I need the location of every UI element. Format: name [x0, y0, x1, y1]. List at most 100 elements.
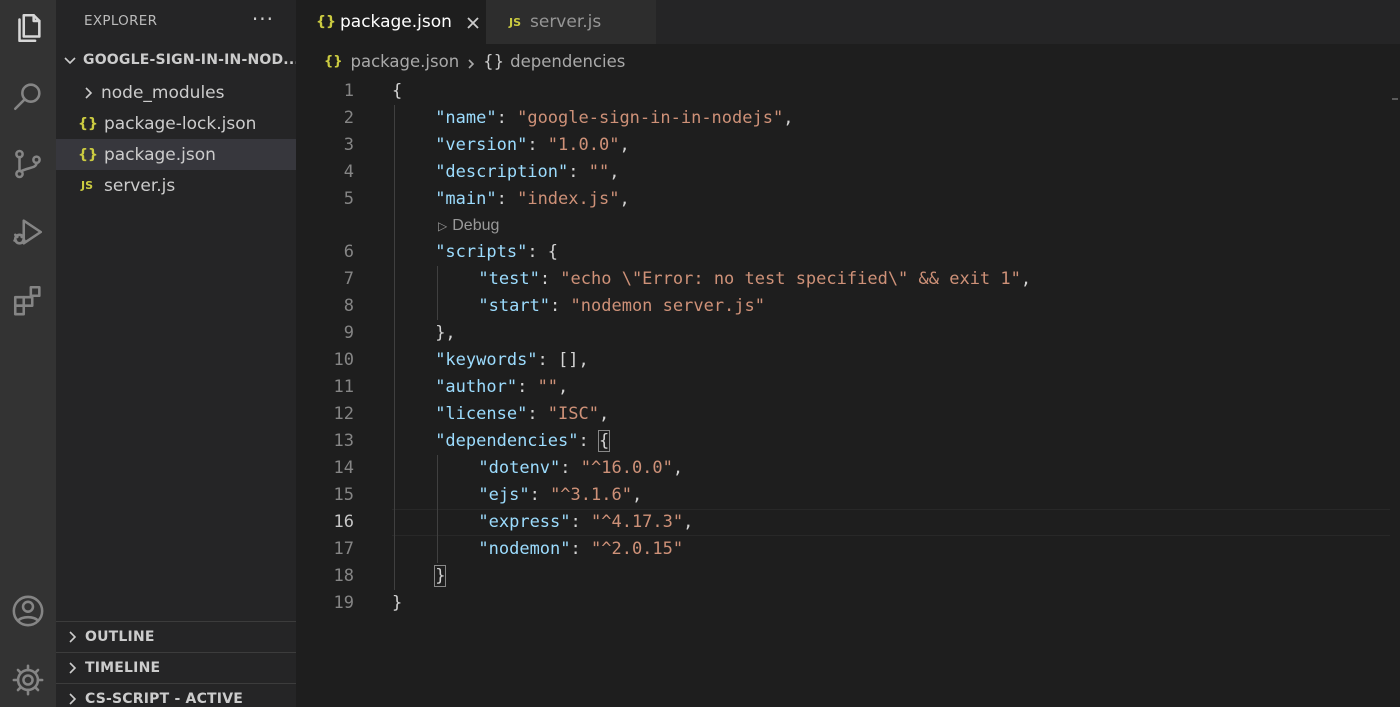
debug-code-lens[interactable]: ▷ Debug	[438, 213, 499, 239]
search-icon[interactable]	[0, 70, 56, 122]
extensions-icon[interactable]	[0, 274, 56, 326]
json-string: "index.js"	[517, 189, 620, 209]
line-number: 3	[343, 135, 354, 155]
tree-item-package-lock-json[interactable]: {} package-lock.json	[56, 108, 296, 139]
json-file-icon: {}	[78, 146, 98, 163]
json-punctuation: ,	[609, 162, 620, 182]
json-punctuation: }	[434, 565, 447, 587]
tab-package-json[interactable]: {} package.json	[296, 0, 486, 44]
workspace-folder[interactable]: GOOGLE-SIGN-IN-IN-NOD...	[56, 44, 296, 75]
outline-panel-header[interactable]: OUTLINE	[56, 621, 296, 652]
line-number: 16	[333, 512, 354, 532]
json-string: "^4.17.3"	[591, 512, 684, 532]
line-number: 1	[343, 81, 354, 101]
activity-bar	[0, 0, 56, 707]
code-editor[interactable]: 1 {2 "name": "google-sign-in-in-nodejs", 3 "…	[296, 78, 1400, 707]
debug-code-lens-label: Debug	[452, 217, 500, 234]
cs-script-label: CS-SCRIPT - ACTIVE	[85, 691, 244, 707]
code-line: "nodemon": "^2.0.15"	[478, 536, 683, 563]
line-number: 8	[343, 296, 354, 316]
json-punctuation: :	[578, 431, 599, 451]
json-punctuation: ,	[598, 404, 610, 424]
line-number: 4	[343, 162, 354, 182]
account-icon[interactable]	[0, 585, 56, 637]
chevron-right-icon	[80, 85, 96, 101]
code-line: {	[392, 78, 402, 105]
tab-bar: {} package.json JS server.js	[296, 0, 1400, 44]
json-file-icon: {}	[78, 115, 98, 132]
json-punctuation: ,	[558, 377, 569, 397]
explorer-sidebar: EXPLORER ··· GOOGLE-SIGN-IN-IN-NOD... no…	[56, 0, 296, 707]
tree-item-server-js[interactable]: JS server.js	[56, 170, 296, 201]
json-string: "^16.0.0"	[580, 458, 673, 478]
json-punctuation: : [],	[537, 350, 589, 370]
code-line: "scripts": {	[435, 239, 558, 266]
chevron-right-icon	[64, 629, 80, 645]
json-key: "test"	[478, 269, 540, 289]
code-line: }	[434, 563, 447, 590]
timeline-panel-header[interactable]: TIMELINE	[56, 652, 296, 683]
code-line: "dependencies": {	[435, 428, 611, 455]
js-file-icon: JS	[80, 179, 93, 192]
line-number: 11	[333, 377, 354, 397]
tree-item-package-json[interactable]: {} package.json	[56, 139, 296, 170]
json-punctuation: :	[550, 296, 571, 316]
symbol-object-icon: {}	[483, 51, 505, 71]
code-line: "ejs": "^3.1.6",	[478, 482, 642, 509]
json-punctuation: :	[568, 162, 589, 182]
line-number: 15	[333, 485, 354, 505]
breadcrumb-file[interactable]: package.json	[351, 52, 460, 71]
json-key: "ejs"	[478, 485, 530, 505]
run-debug-icon[interactable]	[0, 206, 56, 258]
workspace-folder-label: GOOGLE-SIGN-IN-IN-NOD...	[83, 51, 296, 68]
json-punctuation: :	[570, 539, 591, 559]
json-key: "scripts"	[435, 242, 528, 262]
tree-item-label: node_modules	[101, 82, 225, 103]
json-punctuation: {	[597, 430, 611, 452]
line-number: 7	[343, 269, 354, 289]
tree-item-label: server.js	[104, 175, 176, 196]
code-line: "license": "ISC",	[435, 401, 609, 428]
json-punctuation: : {	[527, 242, 559, 262]
code-line: "keywords": [],	[435, 347, 589, 374]
line-number: 19	[333, 593, 354, 613]
tree-item-label: package.json	[104, 144, 216, 165]
json-key: "dependencies"	[435, 431, 579, 451]
code-line: "name": "google-sign-in-in-nodejs",	[435, 105, 793, 132]
more-actions-icon[interactable]: ···	[252, 7, 274, 31]
chevron-right-icon	[64, 691, 80, 707]
code-line: "express": "^4.17.3",	[478, 509, 693, 536]
json-string: ""	[588, 162, 610, 182]
chevron-right-icon	[64, 660, 80, 676]
files-icon[interactable]	[0, 2, 56, 54]
play-icon: ▷	[438, 219, 448, 233]
breadcrumb-symbol[interactable]: dependencies	[510, 52, 625, 71]
line-number: 5	[343, 189, 354, 209]
gear-icon[interactable]	[0, 654, 56, 706]
tab-server-js[interactable]: JS server.js	[486, 0, 656, 44]
tree-item-node-modules[interactable]: node_modules	[56, 77, 296, 108]
json-key: "version"	[435, 135, 528, 155]
json-punctuation: :	[517, 377, 538, 397]
line-number: 10	[333, 350, 354, 370]
cs-script-panel-header[interactable]: CS-SCRIPT - ACTIVE	[56, 683, 296, 707]
json-punctuation: :	[527, 404, 548, 424]
close-icon[interactable]	[466, 15, 480, 29]
json-string: "nodemon server.js"	[570, 296, 765, 316]
chevron-right-icon	[465, 55, 477, 69]
json-key: "express"	[478, 512, 571, 532]
line-number: 18	[333, 566, 354, 586]
breadcrumb: {} package.json {} dependencies	[296, 44, 1400, 78]
code-line: }	[392, 590, 402, 617]
source-control-icon[interactable]	[0, 138, 56, 190]
code-line: "version": "1.0.0",	[435, 132, 630, 159]
json-punctuation: ,	[619, 135, 630, 155]
indent-guide	[437, 455, 439, 563]
json-string: "1.0.0"	[547, 135, 620, 155]
json-key: "dotenv"	[478, 458, 561, 478]
code-line: },	[435, 320, 455, 347]
code-line: "start": "nodemon server.js"	[478, 293, 765, 320]
json-punctuation: ,	[672, 458, 684, 478]
json-punctuation: :	[496, 189, 518, 209]
json-string: "^2.0.15"	[591, 539, 684, 559]
